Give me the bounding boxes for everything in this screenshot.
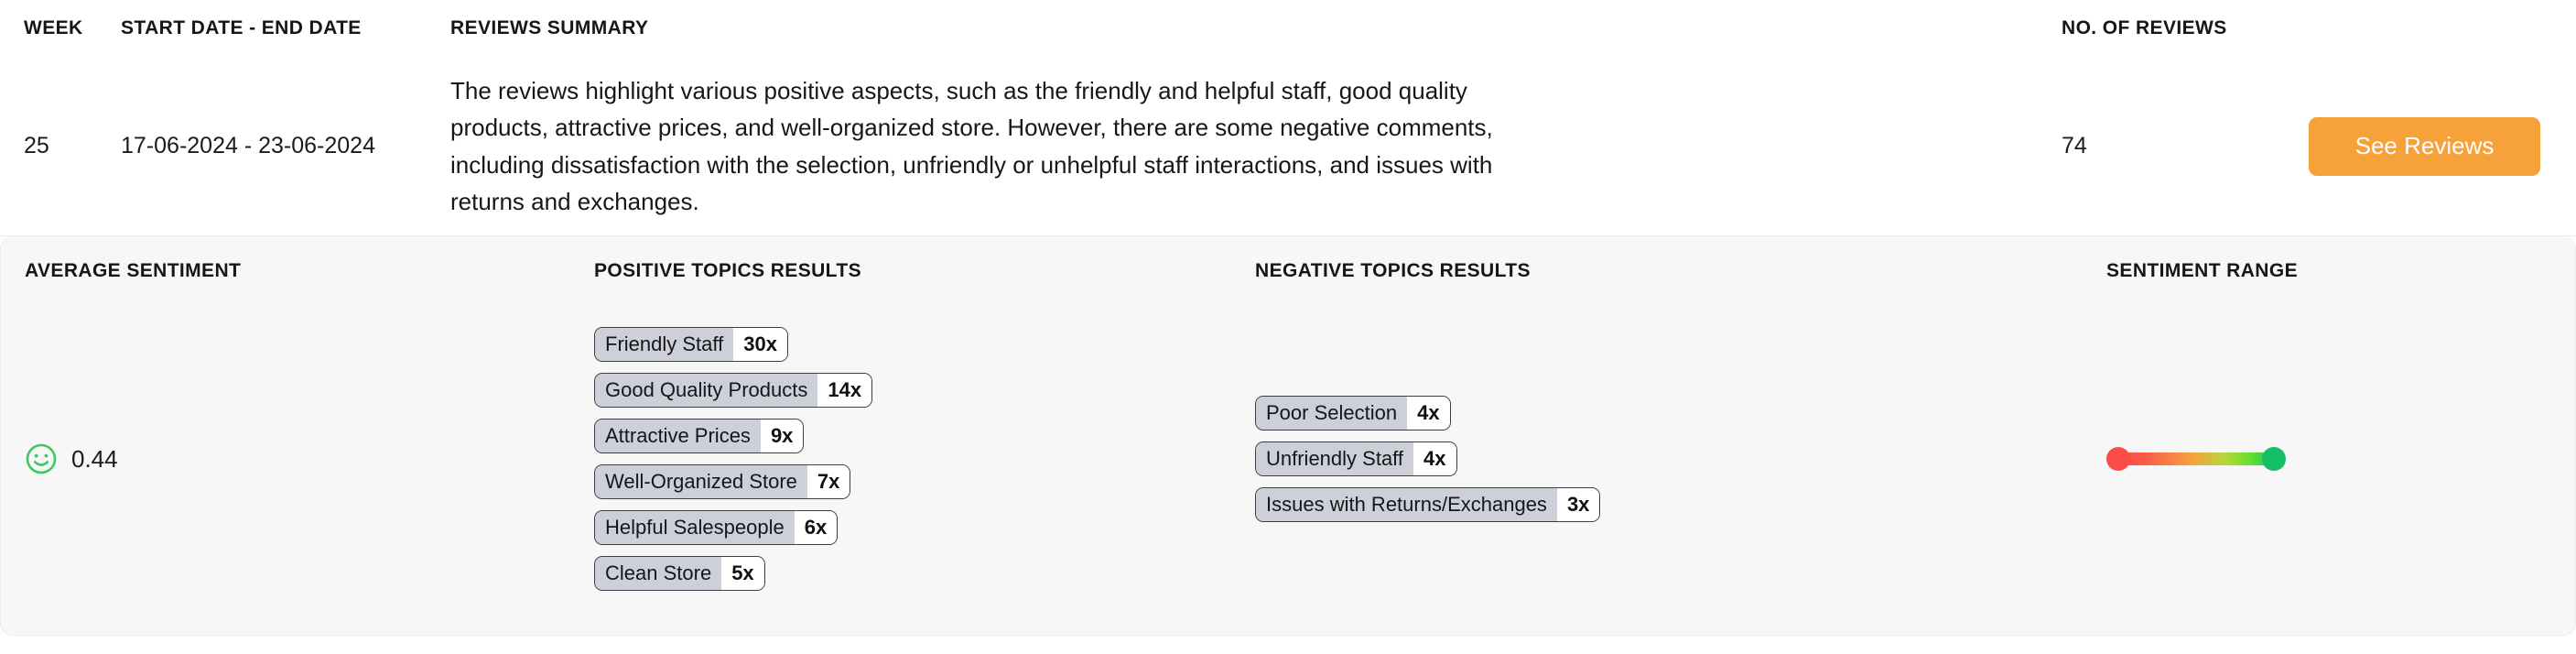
negative-topic-label: Poor Selection <box>1256 397 1408 430</box>
positive-topic-tag[interactable]: Well-Organized Store 7x <box>594 464 851 499</box>
cell-sentiment-range <box>2106 445 2546 473</box>
average-sentiment-value: 0.44 <box>71 444 118 473</box>
positive-topic-count: 6x <box>794 511 838 544</box>
negative-topic-count: 4x <box>1413 442 1456 475</box>
cell-week: 25 <box>24 133 49 158</box>
positive-topic-tag[interactable]: Friendly Staff 30x <box>594 327 788 362</box>
column-header-week: WEEK <box>24 17 83 38</box>
detail-header-row: AVERAGE SENTIMENT POSITIVE TOPICS RESULT… <box>1 236 2575 289</box>
positive-topic-count: 5x <box>721 557 764 590</box>
positive-topic-label: Well-Organized Store <box>595 465 807 498</box>
negative-topic-count: 3x <box>1556 488 1600 521</box>
positive-topic-label: Helpful Salespeople <box>595 511 795 544</box>
positive-topic-tag[interactable]: Clean Store 5x <box>594 556 765 591</box>
positive-topic-tag[interactable]: Good Quality Products 14x <box>594 373 873 408</box>
negative-topic-label: Issues with Returns/Exchanges <box>1256 488 1557 521</box>
average-sentiment-group: 0.44 <box>25 442 594 475</box>
column-header-negative-topics: NEGATIVE TOPICS RESULTS <box>1255 260 1531 281</box>
cell-negative-topics: Poor Selection 4x Unfriendly Staff 4x Issues… <box>1255 396 2106 522</box>
positive-topics-list: Friendly Staff 30x Good Quality Products 14… <box>594 327 1255 591</box>
smiley-happy-icon <box>26 443 57 474</box>
week-detail-card: AVERAGE SENTIMENT POSITIVE TOPICS RESULT… <box>0 236 2576 636</box>
negative-topic-label: Unfriendly Staff <box>1256 442 1414 475</box>
cell-average-sentiment: 0.44 <box>1 442 594 475</box>
cell-dates: 17-06-2024 - 23-06-2024 <box>121 133 375 158</box>
negative-topic-tag[interactable]: Issues with Returns/Exchanges 3x <box>1255 487 1601 522</box>
column-header-sentiment-range: SENTIMENT RANGE <box>2106 260 2299 281</box>
cell-positive-topics: Friendly Staff 30x Good Quality Products 14… <box>594 327 1255 591</box>
column-header-dates: START DATE - END DATE <box>121 17 362 38</box>
column-header-positive-topics: POSITIVE TOPICS RESULTS <box>594 260 861 281</box>
cell-summary: The reviews highlight various positive a… <box>450 72 2062 219</box>
sentiment-range-handle-low[interactable] <box>2106 447 2130 471</box>
detail-content-row: 0.44 Friendly Staff 30x Good Quality Produ… <box>1 289 2575 628</box>
sentiment-range-handle-high[interactable] <box>2262 447 2286 471</box>
column-header-average-sentiment: AVERAGE SENTIMENT <box>25 260 242 281</box>
negative-topic-tag[interactable]: Unfriendly Staff 4x <box>1255 441 1457 476</box>
column-header-summary: REVIEWS SUMMARY <box>450 17 649 38</box>
negative-topic-count: 4x <box>1407 397 1450 430</box>
see-reviews-button[interactable]: See Reviews <box>2309 116 2540 176</box>
positive-topic-label: Clean Store <box>595 557 722 590</box>
table-header-row: WEEK START DATE - END DATE REVIEWS SUMMA… <box>0 0 2576 57</box>
positive-topic-label: Attractive Prices <box>595 420 761 452</box>
reviews-summary-text: The reviews highlight various positive a… <box>450 77 1493 215</box>
sentiment-range-slider[interactable] <box>2106 445 2286 473</box>
positive-topic-count: 30x <box>733 328 787 361</box>
cell-action: See Reviews <box>2309 116 2576 176</box>
positive-topic-count: 7x <box>806 465 850 498</box>
weekly-reviews-table: WEEK START DATE - END DATE REVIEWS SUMMA… <box>0 0 2576 236</box>
positive-topic-count: 14x <box>817 374 872 407</box>
cell-review-count: 74 <box>2062 133 2087 158</box>
column-header-count: NO. OF REVIEWS <box>2062 17 2227 38</box>
negative-topics-list: Poor Selection 4x Unfriendly Staff 4x Issues… <box>1255 396 2106 522</box>
reviews-week-summary-page: WEEK START DATE - END DATE REVIEWS SUMMA… <box>0 0 2576 654</box>
positive-topic-tag[interactable]: Attractive Prices 9x <box>594 419 805 453</box>
positive-topic-tag[interactable]: Helpful Salespeople 6x <box>594 510 839 545</box>
positive-topic-label: Friendly Staff <box>595 328 734 361</box>
negative-topic-tag[interactable]: Poor Selection 4x <box>1255 396 1451 431</box>
positive-topic-count: 9x <box>760 420 804 452</box>
positive-topic-label: Good Quality Products <box>595 374 818 407</box>
sentiment-range-track <box>2116 452 2277 465</box>
table-row: 25 17-06-2024 - 23-06-2024 The reviews h… <box>0 57 2576 236</box>
